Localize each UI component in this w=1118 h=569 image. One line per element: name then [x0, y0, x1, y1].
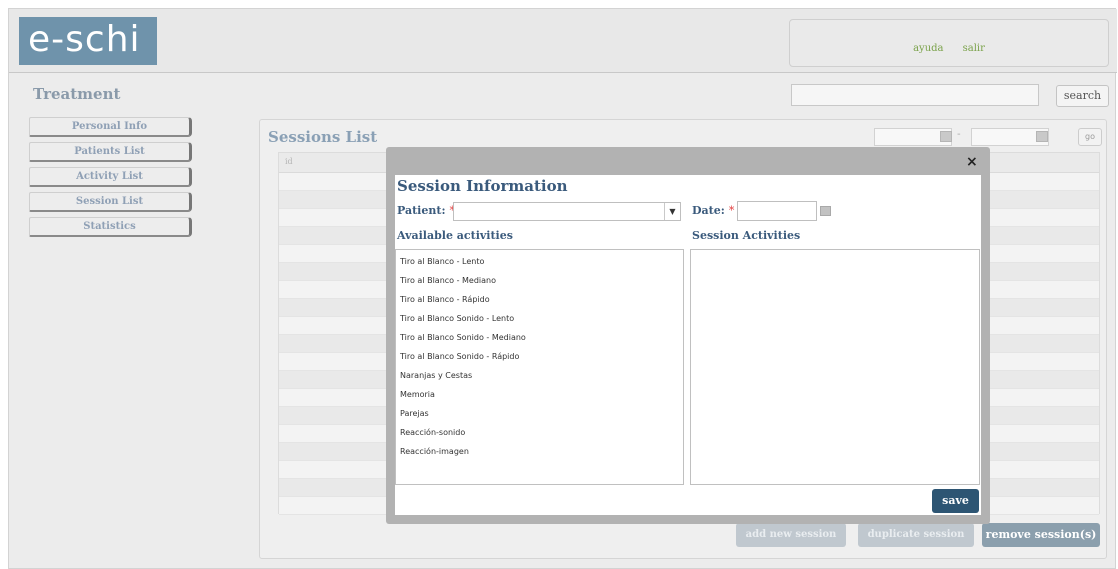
save-button[interactable]: save: [932, 489, 979, 513]
dialog-title: Session Information: [397, 177, 568, 195]
available-activities-label: Available activities: [397, 229, 513, 242]
date-range-separator: -: [957, 129, 961, 140]
date-required-mark: *: [728, 204, 735, 217]
nav-item-patients-list[interactable]: Patients List: [29, 142, 192, 162]
session-information-dialog: Session Information Patient:* ▼ Date:* A…: [395, 175, 981, 515]
header-links: ayuda salir: [789, 19, 1109, 67]
help-link[interactable]: ayuda: [913, 43, 943, 54]
list-item[interactable]: Tiro al Blanco - Rápido: [396, 290, 683, 309]
list-item[interactable]: Naranjas y Cestas: [396, 366, 683, 385]
add-session-button[interactable]: add new session: [736, 523, 846, 547]
patient-label: Patient:*: [397, 204, 455, 217]
list-item[interactable]: Memoria: [396, 385, 683, 404]
column-id[interactable]: id: [285, 157, 293, 166]
go-button[interactable]: go: [1078, 128, 1102, 146]
available-activities-list[interactable]: Tiro al Blanco - Lento Tiro al Blanco - …: [395, 249, 684, 485]
session-activities-label: Session Activities: [692, 229, 801, 242]
nav-item-activity-list[interactable]: Activity List: [29, 167, 192, 187]
list-item[interactable]: Tiro al Blanco Sonido - Rápido: [396, 347, 683, 366]
list-item[interactable]: Reacción-imagen: [396, 442, 683, 461]
nav-item-session-list[interactable]: Session List: [29, 192, 192, 212]
session-activities-list[interactable]: [690, 249, 980, 485]
logout-link[interactable]: salir: [963, 43, 985, 54]
chevron-down-icon[interactable]: ▼: [664, 203, 680, 220]
list-item[interactable]: Tiro al Blanco - Mediano: [396, 271, 683, 290]
list-item[interactable]: Tiro al Blanco Sonido - Lento: [396, 309, 683, 328]
logo: e-schi: [19, 17, 157, 65]
close-icon[interactable]: ×: [966, 155, 978, 169]
date-input[interactable]: [737, 201, 817, 221]
sidebar-nav: Personal Info Patients List Activity Lis…: [29, 117, 192, 242]
list-item[interactable]: Tiro al Blanco Sonido - Mediano: [396, 328, 683, 347]
header: e-schi ayuda salir: [9, 9, 1117, 73]
patient-label-text: Patient:: [397, 204, 446, 217]
calendar-icon[interactable]: [820, 206, 831, 216]
date-label: Date: *: [692, 204, 734, 217]
remove-sessions-button[interactable]: remove session(s): [982, 523, 1100, 547]
duplicate-session-button[interactable]: duplicate session: [858, 523, 974, 547]
list-item[interactable]: Tiro al Blanco - Lento: [396, 252, 683, 271]
date-label-text: Date:: [692, 204, 725, 217]
sessions-list-title: Sessions List: [268, 128, 378, 146]
date-from-calendar-icon[interactable]: [940, 131, 952, 142]
search-input[interactable]: [791, 84, 1039, 106]
nav-item-personal-info[interactable]: Personal Info: [29, 117, 192, 137]
date-to-calendar-icon[interactable]: [1036, 131, 1048, 142]
page-title: Treatment: [33, 85, 121, 103]
search-button[interactable]: search: [1056, 85, 1109, 107]
patient-select[interactable]: ▼: [453, 202, 681, 221]
list-item[interactable]: Reacción-sonido: [396, 423, 683, 442]
nav-item-statistics[interactable]: Statistics: [29, 217, 192, 237]
list-item[interactable]: Parejas: [396, 404, 683, 423]
